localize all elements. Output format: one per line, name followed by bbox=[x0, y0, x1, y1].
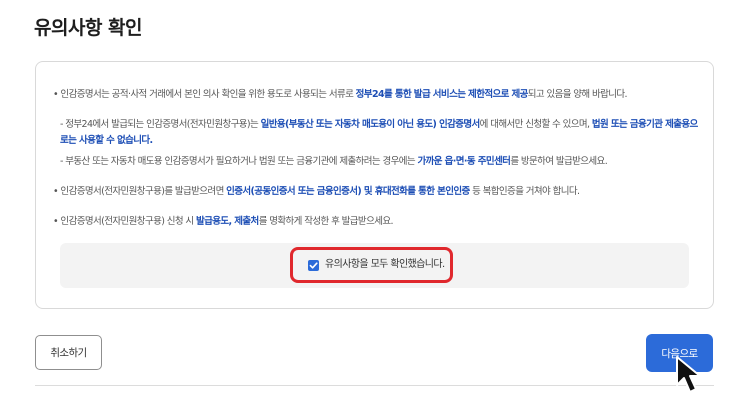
confirm-checkbox-row[interactable]: 유의사항을 모두 확인했습니다. bbox=[290, 247, 453, 283]
notice-item: • 인감증명서(전자민원창구용) 신청 시 발급용도, 제출처를 명확하게 작성… bbox=[53, 216, 394, 227]
confirm-label[interactable]: 유의사항을 모두 확인했습니다. bbox=[325, 258, 445, 272]
notice-item: • 인감증명서는 공적·사적 거래에서 본인 의사 확인을 위한 용도로 사용되… bbox=[53, 89, 628, 100]
notice-item: • 인감증명서(전자민원창구용)를 발급받으려면 인증서(공동인증서 또는 금융… bbox=[53, 186, 580, 197]
notice-sub-item: - 부동산 또는 자동차 매도용 인감증명서가 필요하거나 법원 또는 금융기관… bbox=[60, 156, 608, 167]
cancel-button[interactable]: 취소하기 bbox=[35, 335, 102, 370]
notice-sub-item: - 정부24에서 발급되는 인감증명서(전자민원창구용)는 일반용(부동산 또는… bbox=[60, 119, 698, 146]
check-icon bbox=[309, 262, 318, 269]
page-title: 유의사항 확인 bbox=[34, 17, 143, 39]
divider bbox=[35, 385, 714, 386]
confirm-checkbox[interactable] bbox=[308, 260, 319, 271]
mouse-cursor-icon bbox=[676, 356, 701, 393]
